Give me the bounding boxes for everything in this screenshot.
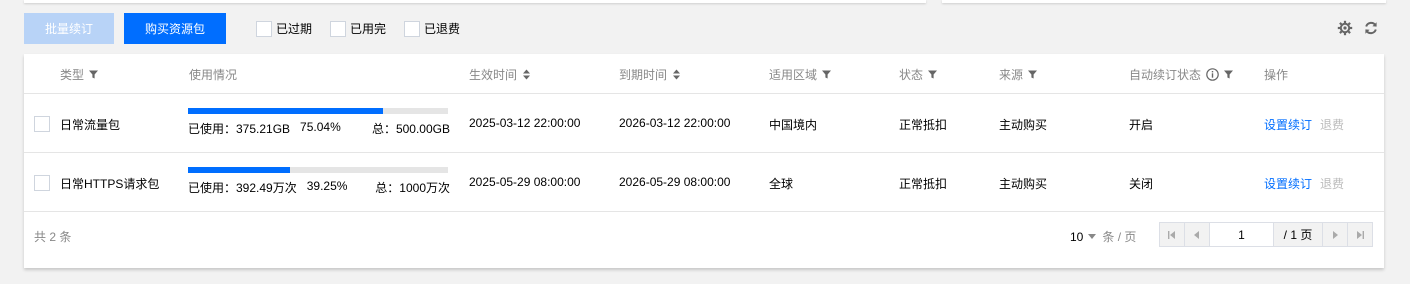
gear-icon[interactable] — [1337, 20, 1353, 36]
row-actions: 设置续订 退费 — [1264, 175, 1344, 192]
filter-icon[interactable] — [1028, 70, 1038, 79]
filter-icon[interactable] — [822, 70, 832, 79]
sort-icon[interactable] — [672, 69, 681, 80]
table-header: 类型 使用情况 生效时间 到期时间 适用区域 状态 来源 自动续订状态 操作 — [24, 54, 1384, 94]
usage-used: 已使用：392.49万次 — [188, 181, 297, 195]
row-end-time: 2026-05-29 08:00:00 — [619, 175, 731, 189]
row-source: 主动购买 — [999, 118, 1048, 132]
header-region[interactable]: 适用区域 — [769, 66, 832, 83]
prev-page-button[interactable] — [1185, 223, 1210, 246]
table-footer: 共 2 条 10 条 / 页 / 1 页 — [24, 212, 1384, 268]
refund-link[interactable]: 退费 — [1320, 118, 1344, 132]
row-status: 正常抵扣 — [899, 177, 948, 191]
filter-icon[interactable] — [89, 70, 99, 79]
header-status[interactable]: 状态 — [899, 66, 938, 83]
top-card-right — [942, 0, 1386, 3]
row-actions: 设置续订 退费 — [1264, 116, 1344, 133]
refund-link[interactable]: 退费 — [1320, 177, 1344, 191]
filter-icon[interactable] — [928, 70, 938, 79]
sort-icon[interactable] — [522, 69, 531, 80]
refresh-icon[interactable] — [1363, 20, 1379, 36]
first-page-button[interactable] — [1160, 223, 1185, 246]
header-type[interactable]: 类型 — [60, 66, 99, 83]
filter-expired-label: 已过期 — [276, 22, 313, 36]
table-row: 日常HTTPS请求包 已使用：392.49万次 39.25% 总：1000万次 … — [24, 153, 1384, 212]
usage-progress-bar — [188, 108, 448, 114]
usage-percent: 39.25% — [306, 179, 348, 193]
pagination: / 1 页 — [1159, 222, 1373, 247]
package-table-card: 类型 使用情况 生效时间 到期时间 适用区域 状态 来源 自动续订状态 操作 日… — [24, 54, 1384, 268]
last-page-icon — [1357, 230, 1364, 239]
header-auto-renew[interactable]: 自动续订状态 — [1129, 66, 1234, 83]
filter-used-up[interactable]: 已用完 — [330, 20, 386, 37]
table-row: 日常流量包 已使用：375.21GB 75.04% 总：500.00GB 202… — [24, 94, 1384, 153]
page-total: / 1 页 — [1283, 228, 1313, 242]
usage-progress-fill — [188, 108, 384, 114]
filter-icon[interactable] — [1224, 70, 1234, 79]
set-renew-link[interactable]: 设置续订 — [1264, 177, 1312, 191]
top-card-left — [24, 0, 926, 3]
header-start-time[interactable]: 生效时间 — [469, 66, 531, 83]
row-start-time: 2025-03-12 22:00:00 — [469, 116, 581, 130]
row-checkbox[interactable] — [34, 175, 50, 191]
prev-page-icon — [1194, 230, 1199, 239]
row-auto-renew: 关闭 — [1129, 177, 1154, 191]
filter-used-up-label: 已用完 — [350, 22, 387, 36]
first-page-icon — [1168, 230, 1175, 239]
usage-progress-fill — [188, 167, 291, 173]
row-region: 中国境内 — [769, 118, 818, 132]
row-auto-renew: 开启 — [1129, 118, 1154, 132]
page-size-select[interactable]: 10 条 / 页 — [1070, 228, 1136, 245]
usage-percent: 75.04% — [300, 120, 341, 134]
row-checkbox[interactable] — [34, 116, 50, 132]
page-size-unit: 条 / 页 — [1102, 230, 1137, 244]
filter-refunded[interactable]: 已退费 — [404, 20, 460, 37]
row-end-time: 2026-03-12 22:00:00 — [619, 116, 731, 130]
row-type: 日常HTTPS请求包 — [60, 177, 160, 191]
row-status: 正常抵扣 — [899, 118, 948, 132]
batch-renew-button[interactable]: 批量续订 — [24, 13, 114, 44]
buy-package-button[interactable]: 购买资源包 — [124, 13, 226, 44]
row-start-time: 2025-05-29 08:00:00 — [469, 175, 581, 189]
row-type: 日常流量包 — [60, 118, 121, 132]
usage-used: 已使用：375.21GB — [188, 122, 291, 136]
filter-expired[interactable]: 已过期 — [256, 20, 312, 37]
next-page-button[interactable] — [1322, 223, 1347, 246]
header-actions: 操作 — [1264, 68, 1289, 82]
header-source[interactable]: 来源 — [999, 66, 1038, 83]
usage-cell: 已使用：392.49万次 39.25% 总：1000万次 — [188, 167, 450, 196]
filter-used-up-checkbox[interactable] — [330, 20, 346, 37]
header-end-time[interactable]: 到期时间 — [619, 66, 681, 83]
filter-refunded-checkbox[interactable] — [404, 20, 420, 37]
info-icon[interactable] — [1206, 68, 1219, 81]
usage-total: 总：500.00GB — [371, 122, 450, 136]
filter-expired-checkbox[interactable] — [256, 20, 272, 37]
set-renew-link[interactable]: 设置续订 — [1264, 118, 1312, 132]
page-number-input[interactable] — [1210, 223, 1274, 246]
caret-down-icon — [1088, 234, 1097, 239]
usage-cell: 已使用：375.21GB 75.04% 总：500.00GB — [188, 108, 450, 137]
row-source: 主动购买 — [999, 177, 1048, 191]
toolbar: 批量续订 购买资源包 已过期 已用完 已退费 — [24, 13, 1386, 44]
header-usage: 使用情况 — [189, 68, 238, 82]
next-page-icon — [1333, 230, 1338, 239]
filter-refunded-label: 已退费 — [424, 22, 461, 36]
usage-progress-bar — [188, 167, 448, 173]
row-region: 全球 — [769, 177, 794, 191]
total-count: 共 2 条 — [34, 230, 72, 244]
usage-total: 总：1000万次 — [375, 181, 450, 195]
page-size-value: 10 — [1070, 229, 1084, 244]
last-page-button[interactable] — [1347, 223, 1372, 246]
